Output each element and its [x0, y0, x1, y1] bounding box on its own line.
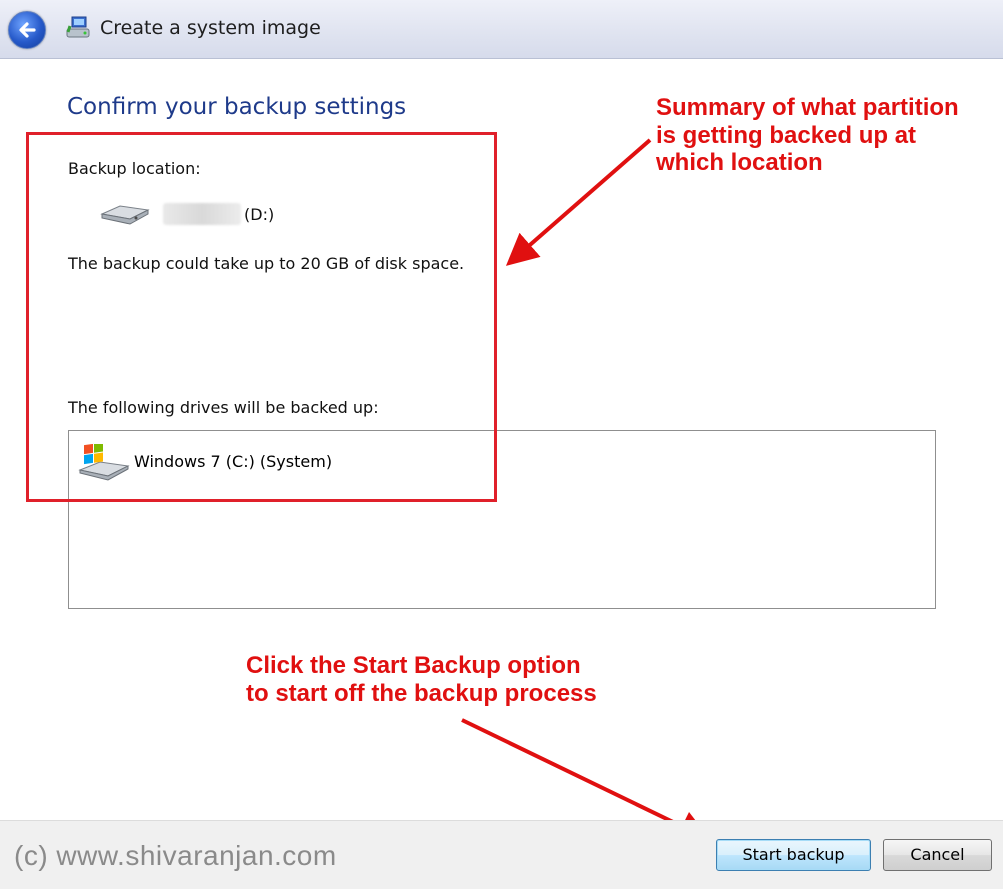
window-title: Create a system image: [100, 17, 321, 39]
title-bar: Create a system image: [0, 0, 1003, 59]
summary-annotation: Summary of what partition is getting bac…: [656, 94, 959, 177]
settings-highlight-box: [26, 132, 497, 502]
summary-arrow: [505, 138, 652, 266]
start-annotation: Click the Start Backup option to start o…: [246, 652, 597, 707]
watermark: (c) www.shivaranjan.com: [14, 840, 337, 871]
back-arrow-icon: [19, 22, 36, 38]
cancel-button[interactable]: Cancel: [883, 839, 992, 871]
start-arrow: [461, 718, 711, 841]
start-backup-button[interactable]: Start backup: [716, 839, 871, 871]
back-button[interactable]: [8, 11, 46, 49]
page-heading: Confirm your backup settings: [67, 94, 407, 120]
system-image-icon: [66, 16, 90, 38]
